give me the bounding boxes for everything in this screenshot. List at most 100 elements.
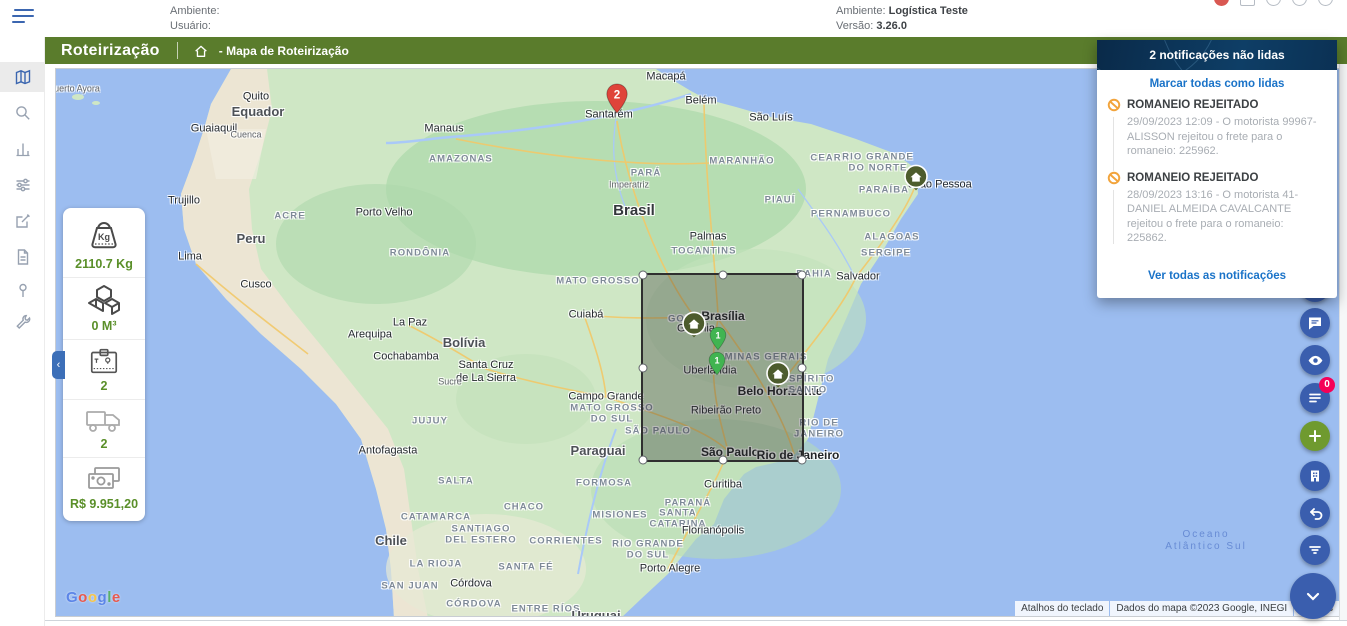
left-sidebar — [0, 37, 45, 626]
mark-all-read-link[interactable]: Marcar todas como lidas — [1097, 70, 1337, 96]
google-logo: Google — [66, 589, 121, 606]
home-icon[interactable] — [193, 43, 209, 59]
gear-icon[interactable] — [1292, 0, 1307, 6]
stat-volume-value: 0 M³ — [92, 319, 117, 333]
notifications-header: 2 notificações não lidas — [1097, 40, 1337, 70]
stat-vehicles: 2 — [63, 399, 145, 457]
notifications-list: ROMANEIO REJEITADO 29/09/2023 12:09 - O … — [1107, 98, 1327, 258]
notification-item[interactable]: ROMANEIO REJEITADO 29/09/2023 12:09 - O … — [1107, 98, 1327, 171]
env-label: Ambiente: — [836, 5, 889, 17]
svg-text:1: 1 — [715, 331, 720, 341]
money-icon — [83, 463, 125, 495]
sidebar-item-locations[interactable] — [0, 275, 45, 305]
sidebar-item-tools[interactable] — [0, 307, 45, 337]
truck-icon — [83, 405, 125, 435]
package-icon — [85, 345, 123, 377]
route-list-button[interactable]: 0 — [1300, 383, 1330, 413]
user-icon[interactable] — [1318, 0, 1333, 6]
notification-title: ROMANEIO REJEITADO — [1127, 171, 1325, 185]
deliveries-button[interactable] — [1300, 461, 1330, 491]
marker-depot-goiania[interactable] — [681, 311, 707, 347]
stat-orders-value: 2 — [101, 379, 108, 393]
page-title: Roteirização — [61, 42, 160, 60]
undo-icon — [1307, 505, 1324, 522]
wrench-icon — [14, 313, 32, 331]
selection-handle[interactable] — [639, 363, 648, 372]
chat-button[interactable] — [1300, 308, 1330, 338]
search-icon — [14, 104, 32, 122]
undo-button[interactable] — [1300, 498, 1330, 528]
selection-handle[interactable] — [639, 271, 648, 280]
stat-volume: 0 M³ — [63, 277, 145, 339]
flag-icon[interactable] — [1214, 0, 1229, 6]
version-label: Versão: — [836, 20, 876, 32]
env-value: Logística Teste — [889, 5, 968, 17]
marker-depot-belo-horizonte[interactable] — [765, 361, 791, 397]
sidebar-item-documents[interactable] — [0, 242, 45, 272]
blocked-icon — [1107, 171, 1121, 190]
sidebar-item-reports[interactable] — [0, 134, 45, 164]
chat-icon — [1307, 315, 1323, 331]
building-icon — [1307, 468, 1323, 484]
bell-icon[interactable] — [1266, 0, 1281, 6]
marker-santarem-2[interactable]: 2 — [605, 83, 629, 119]
sidebar-item-edit[interactable] — [0, 206, 45, 236]
location-pin-icon — [14, 281, 32, 299]
edit-icon — [14, 212, 32, 230]
notification-title: ROMANEIO REJEITADO — [1127, 98, 1325, 112]
visibility-button[interactable] — [1300, 345, 1330, 375]
svg-text:Kg: Kg — [98, 232, 110, 242]
notification-item[interactable]: ROMANEIO REJEITADO 28/09/2023 13:16 - O … — [1107, 171, 1327, 258]
usuario-label: Usuário: — [170, 20, 211, 32]
svg-text:2: 2 — [614, 89, 620, 102]
top-right-icons — [1214, 0, 1333, 11]
breadcrumb: - Mapa de Roteirização — [219, 44, 349, 58]
weight-icon: Kg — [83, 219, 125, 255]
selection-handle[interactable] — [639, 456, 648, 465]
page-scrollbar-track[interactable] — [1339, 37, 1347, 626]
notifications-panel: 2 notificações não lidas Marcar todas co… — [1097, 40, 1337, 298]
notification-text: 29/09/2023 12:09 - O motorista 99967-ALI… — [1127, 115, 1325, 159]
stat-orders: 2 — [63, 339, 145, 399]
selection-handle[interactable] — [718, 456, 727, 465]
selection-handle[interactable] — [798, 456, 807, 465]
notifications-count-title: 2 notificações não lidas — [1149, 48, 1284, 62]
app-page: Ambiente: Usuário: Ambiente: Logística T… — [0, 0, 1347, 626]
environment-labels: Ambiente: Usuário: — [170, 4, 220, 34]
blocked-icon — [1107, 98, 1121, 117]
sidebar-item-search[interactable] — [0, 98, 45, 128]
stat-weight: Kg 2110.7 Kg — [63, 214, 145, 277]
collapse-panel-button[interactable]: ‹ — [52, 351, 65, 379]
marker-stop-1b[interactable]: 1 — [708, 351, 726, 381]
cubes-icon — [84, 283, 124, 317]
version-value: 3.26.0 — [876, 20, 907, 32]
eye-icon — [1307, 352, 1324, 369]
keyboard-shortcuts-link[interactable]: Atalhos do teclado — [1015, 601, 1109, 616]
sidebar-item-map[interactable] — [0, 62, 45, 92]
notifications-footer: Ver todas as notificações — [1097, 258, 1337, 298]
filter-icon — [1307, 542, 1323, 558]
add-button[interactable] — [1300, 421, 1330, 451]
stat-value: R$ 9.951,20 — [63, 457, 145, 517]
environment-values: Ambiente: Logística Teste Versão: 3.26.0 — [836, 4, 968, 34]
view-all-notifications-link[interactable]: Ver todas as notificações — [1097, 262, 1337, 288]
route-list-icon — [1307, 390, 1323, 406]
menu-button[interactable] — [12, 9, 36, 27]
notification-text: 28/09/2023 13:16 - O motorista 41-DANIEL… — [1127, 188, 1325, 246]
sliders-icon — [14, 176, 32, 194]
selection-handle[interactable] — [798, 363, 807, 372]
ambiente-label: Ambiente: — [170, 5, 220, 17]
marker-depot-joao-pessoa[interactable] — [903, 164, 929, 200]
route-summary-panel: ‹ Kg 2110.7 Kg 0 M³ 2 — [63, 208, 145, 521]
filter-button[interactable] — [1300, 535, 1330, 565]
map-data-copyright: Dados do mapa ©2023 Google, INEGI — [1110, 601, 1293, 616]
stat-vehicles-value: 2 — [101, 437, 108, 451]
selection-handle[interactable] — [798, 271, 807, 280]
sidebar-item-filters[interactable] — [0, 170, 45, 200]
bottom-edge — [0, 620, 1347, 626]
plus-icon — [1307, 428, 1323, 444]
selection-handle[interactable] — [718, 271, 727, 280]
collapse-buttons-button[interactable] — [1290, 573, 1336, 619]
apps-icon[interactable] — [1240, 0, 1255, 6]
map-icon — [14, 68, 32, 86]
